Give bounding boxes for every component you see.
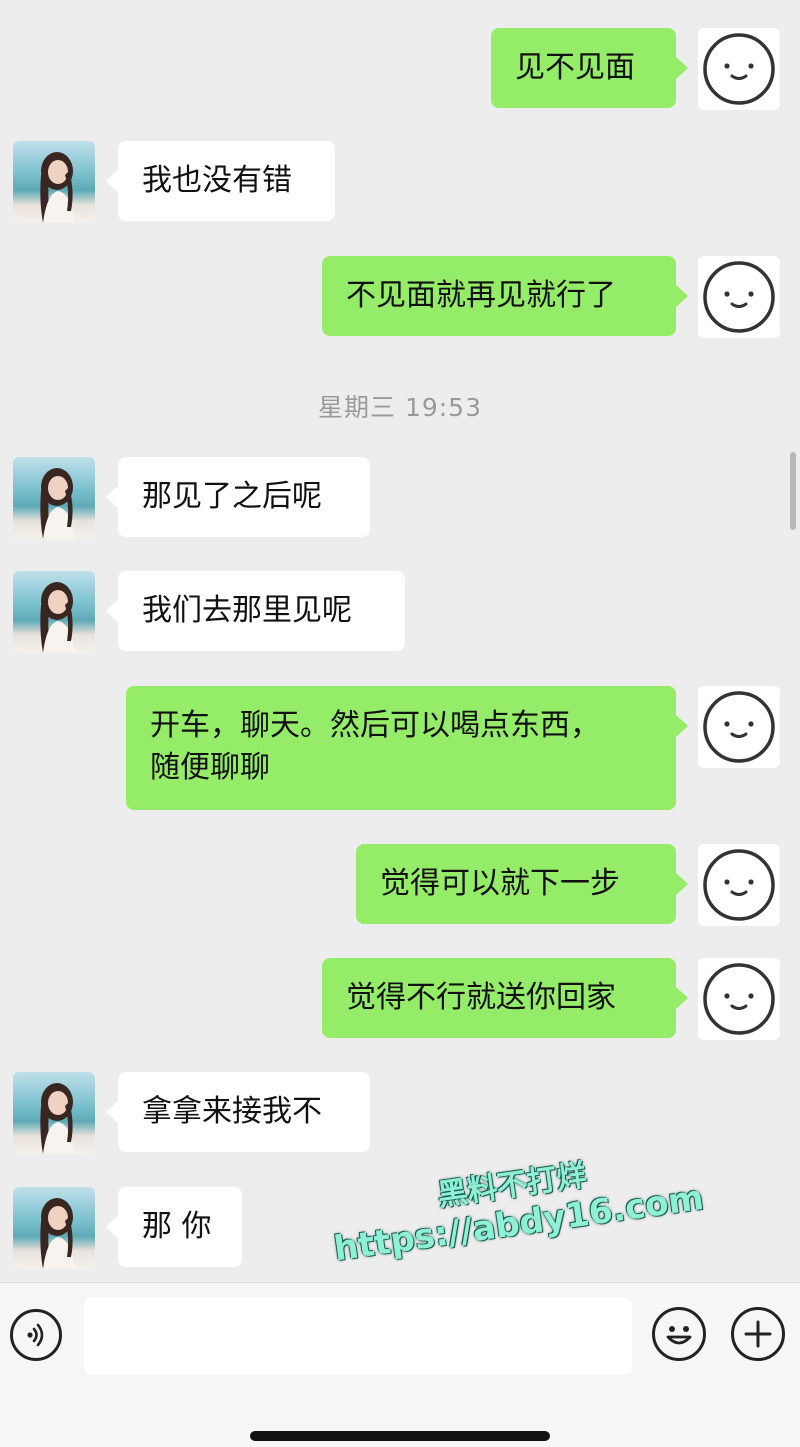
contact-avatar[interactable] xyxy=(13,1187,95,1269)
my-avatar[interactable] xyxy=(698,28,780,110)
my-avatar[interactable] xyxy=(698,958,780,1040)
contact-avatar[interactable] xyxy=(13,1072,95,1154)
contact-photo-icon xyxy=(40,1198,75,1269)
message-bubble-received[interactable]: 我们去那里见呢 xyxy=(106,571,405,651)
message-bubble-sent[interactable]: 不见面就再见就行了 xyxy=(322,256,688,336)
smiley-face-icon xyxy=(703,849,775,921)
contact-avatar[interactable] xyxy=(13,571,95,653)
message-bubble-received[interactable]: 我也没有错 xyxy=(106,141,335,221)
message-bubble-received[interactable]: 那见了之后呢 xyxy=(106,457,370,537)
message-bubble-sent[interactable]: 觉得可以就下一步 xyxy=(356,844,688,924)
smiley-face-icon xyxy=(703,691,775,763)
voice-button[interactable] xyxy=(10,1309,62,1361)
chat-timestamp: 星期三 19:53 xyxy=(318,393,482,422)
smiley-icon xyxy=(666,1326,692,1345)
message-input[interactable] xyxy=(84,1297,632,1375)
smiley-face-icon xyxy=(703,261,775,333)
contact-photo-icon xyxy=(40,1083,75,1154)
watermark: 黑料不打烊 https://abdy16.com xyxy=(327,1143,707,1269)
emoji-button[interactable] xyxy=(652,1307,706,1361)
message-bubble-received[interactable]: 拿拿来接我不 xyxy=(106,1072,370,1152)
message-bubble-received[interactable]: 那 你 xyxy=(106,1187,242,1267)
chat-area[interactable]: 见不见面 我也没有错 不见面就再见就行了 星期三 19:53 那见了之后呢 我们… xyxy=(0,0,800,1282)
contact-photo-icon xyxy=(40,468,75,539)
scrollbar-thumb[interactable] xyxy=(790,452,796,530)
contact-photo-icon xyxy=(40,152,75,223)
message-bubble-sent[interactable]: 开车，聊天。然后可以喝点东西， 随便聊聊 xyxy=(126,686,688,810)
message-bubble-sent[interactable]: 见不见面 xyxy=(491,28,688,108)
smiley-face-icon xyxy=(703,33,775,105)
contact-avatar[interactable] xyxy=(13,457,95,539)
my-avatar[interactable] xyxy=(698,686,780,768)
my-avatar[interactable] xyxy=(698,256,780,338)
input-bar xyxy=(0,1282,800,1447)
home-indicator xyxy=(250,1431,550,1441)
contact-avatar[interactable] xyxy=(13,141,95,223)
contact-photo-icon xyxy=(40,582,75,653)
message-bubble-sent[interactable]: 觉得不行就送你回家 xyxy=(322,958,688,1038)
plus-icon xyxy=(744,1320,772,1348)
my-avatar[interactable] xyxy=(698,844,780,926)
voice-icon xyxy=(27,1323,44,1347)
smiley-face-icon xyxy=(703,963,775,1035)
more-button[interactable] xyxy=(731,1307,785,1361)
